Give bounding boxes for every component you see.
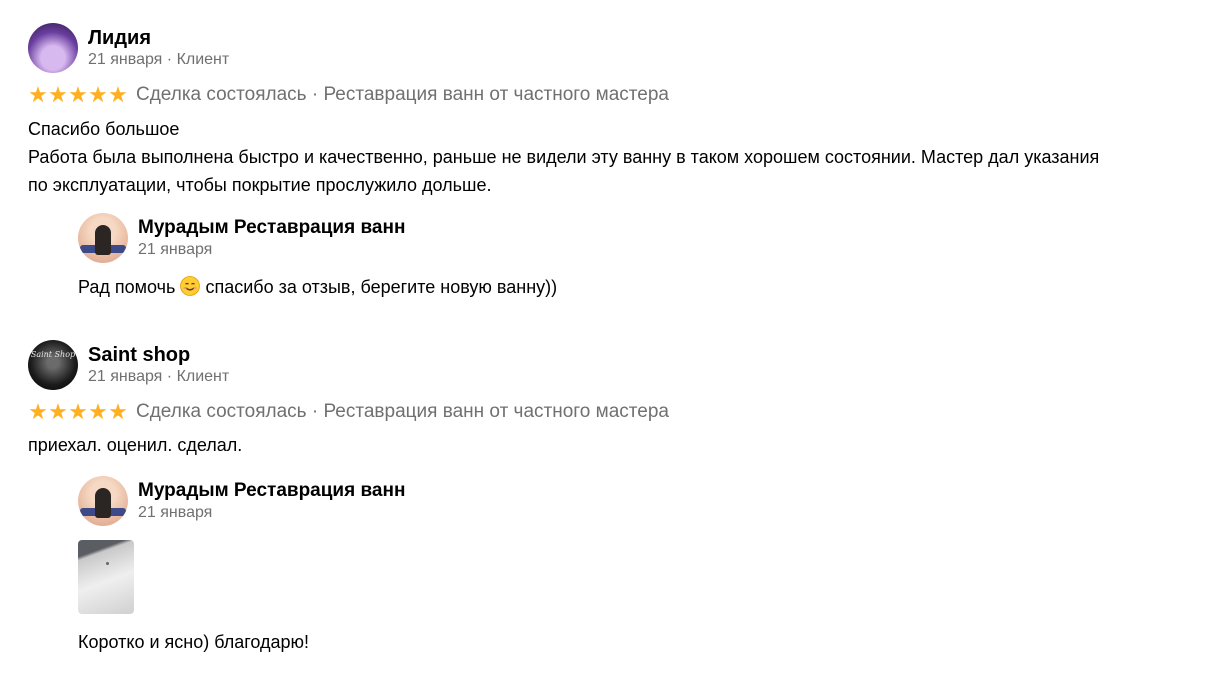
star-rating: ★ ★ ★ ★ ★ <box>28 84 128 106</box>
reply-date: 21 января <box>138 241 213 258</box>
star-icon: ★ <box>48 82 68 107</box>
star-icon: ★ <box>48 399 68 424</box>
review-text: Спасибо большое Работа была выполнена бы… <box>28 115 1188 199</box>
review-text-line: Спасибо большое <box>28 119 180 139</box>
avatar[interactable]: Saint Shop <box>28 340 78 390</box>
review-text-line: по эксплуатации, чтобы покрытие прослужи… <box>28 175 492 195</box>
review-meta: 21 января · Клиент <box>88 368 230 385</box>
review-meta: 21 января · Клиент <box>88 51 230 68</box>
author-block: Лидия 21 января · Клиент <box>88 26 229 70</box>
star-icon: ★ <box>108 399 128 424</box>
author-block: Мурадым Реставрация ванн 21 января <box>138 479 405 523</box>
star-rating: ★ ★ ★ ★ ★ <box>28 401 128 423</box>
review-text-line: Работа была выполнена быстро и качествен… <box>28 147 1100 167</box>
deal-info: Сделка состоялась · Реставрация ванн от … <box>136 84 669 105</box>
avatar[interactable] <box>78 213 128 263</box>
star-icon: ★ <box>28 82 48 107</box>
author-name[interactable]: Saint shop <box>88 343 229 367</box>
review-text-line: приехал. оценил. сделал. <box>28 435 243 455</box>
author-block: Saint shop 21 января · Клиент <box>88 343 229 387</box>
avatar[interactable] <box>78 476 128 526</box>
reply-header: Мурадым Реставрация ванн 21 января <box>78 476 1178 526</box>
review-card: Лидия 21 января · Клиент ★ ★ ★ ★ ★ Сделк… <box>28 23 1188 199</box>
deal-info: Сделка состоялась · Реставрация ванн от … <box>136 401 669 422</box>
reply-text-part: спасибо за отзыв, берегите новую ванну)) <box>205 277 558 297</box>
author-name[interactable]: Лидия <box>88 26 229 50</box>
star-icon: ★ <box>28 399 48 424</box>
reviews-page: Лидия 21 января · Клиент ★ ★ ★ ★ ★ Сделк… <box>0 0 1207 688</box>
star-icon: ★ <box>68 82 88 107</box>
reply-date: 21 января <box>138 504 213 521</box>
reply-photo-thumbnail[interactable] <box>78 540 134 614</box>
reply-text-part: Рад помочь <box>78 277 176 297</box>
review-header: Лидия 21 января · Клиент <box>28 23 1188 73</box>
review-text: приехал. оценил. сделал. <box>28 431 1188 459</box>
star-icon: ★ <box>88 399 108 424</box>
reply-text: Коротко и ясно) благодарю! <box>78 632 310 652</box>
reply-author-name[interactable]: Мурадым Реставрация ванн <box>138 479 405 503</box>
star-icon: ★ <box>68 399 88 424</box>
reply-text: Рад помочь спасибо за отзыв, берегите но… <box>78 273 1178 301</box>
rating-row: ★ ★ ★ ★ ★ Сделка состоялась · Реставраци… <box>28 398 1188 426</box>
star-icon: ★ <box>108 82 128 107</box>
rating-row: ★ ★ ★ ★ ★ Сделка состоялась · Реставраци… <box>28 81 1188 109</box>
avatar[interactable] <box>28 23 78 73</box>
reply-author-name[interactable]: Мурадым Реставрация ванн <box>138 216 405 240</box>
seller-reply: Мурадым Реставрация ванн 21 января Рад п… <box>78 213 1178 301</box>
star-icon: ★ <box>88 82 108 107</box>
reply-header: Мурадым Реставрация ванн 21 января <box>78 213 1178 263</box>
seller-reply: Мурадым Реставрация ванн 21 января Корот… <box>78 476 1178 656</box>
review-header: Saint Shop Saint shop 21 января · Клиент <box>28 340 1188 390</box>
smiling-face-icon <box>180 276 201 296</box>
author-block: Мурадым Реставрация ванн 21 января <box>138 216 405 260</box>
review-card: Saint Shop Saint shop 21 января · Клиент… <box>28 340 1188 459</box>
